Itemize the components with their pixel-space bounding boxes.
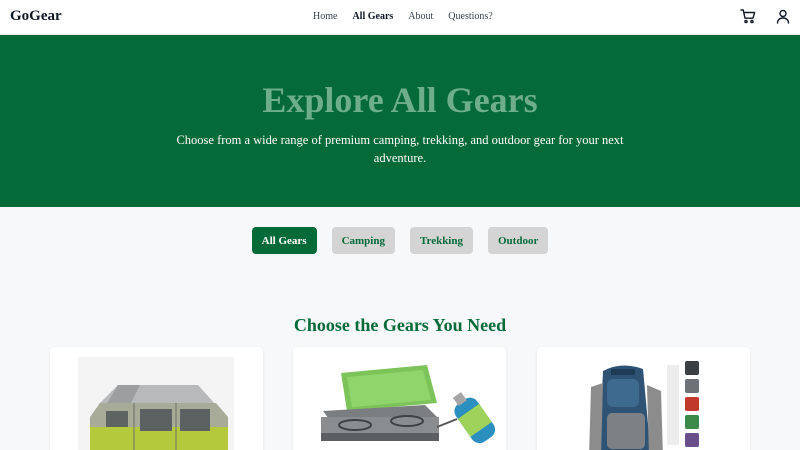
- nav-all-gears[interactable]: All Gears: [352, 11, 393, 22]
- backpack-image: [581, 357, 705, 450]
- category-filters: All Gears Camping Trekking Outdoor: [0, 227, 800, 254]
- filter-outdoor[interactable]: Outdoor: [487, 227, 549, 254]
- navbar: GoGear Home All Gears About Questions?: [0, 0, 800, 35]
- nav-home[interactable]: Home: [313, 11, 337, 22]
- user-icon[interactable]: [776, 9, 790, 24]
- nav-questions[interactable]: Questions?: [448, 11, 492, 22]
- nav-icons: [740, 9, 790, 24]
- nav-about[interactable]: About: [408, 11, 433, 22]
- cart-icon[interactable]: [740, 9, 756, 24]
- filter-trekking[interactable]: Trekking: [409, 227, 473, 254]
- logo[interactable]: GoGear: [10, 8, 62, 25]
- hero-subtitle: Choose from a wide range of premium camp…: [176, 133, 624, 165]
- filter-all-gears[interactable]: All Gears: [251, 227, 317, 254]
- hero-banner: Explore All Gears Choose from a wide ran…: [0, 35, 800, 207]
- product-card-backpack[interactable]: [537, 347, 750, 450]
- section-title: Choose the Gears You Need: [293, 315, 507, 335]
- camping-stove-image: [315, 357, 496, 450]
- main-nav: Home All Gears About Questions?: [313, 11, 508, 22]
- hero-title: Explore All Gears: [262, 80, 538, 120]
- filter-camping[interactable]: Camping: [331, 227, 395, 254]
- product-card-stove[interactable]: [293, 347, 506, 450]
- tent-image: [78, 357, 234, 450]
- product-card-tent[interactable]: [50, 347, 263, 450]
